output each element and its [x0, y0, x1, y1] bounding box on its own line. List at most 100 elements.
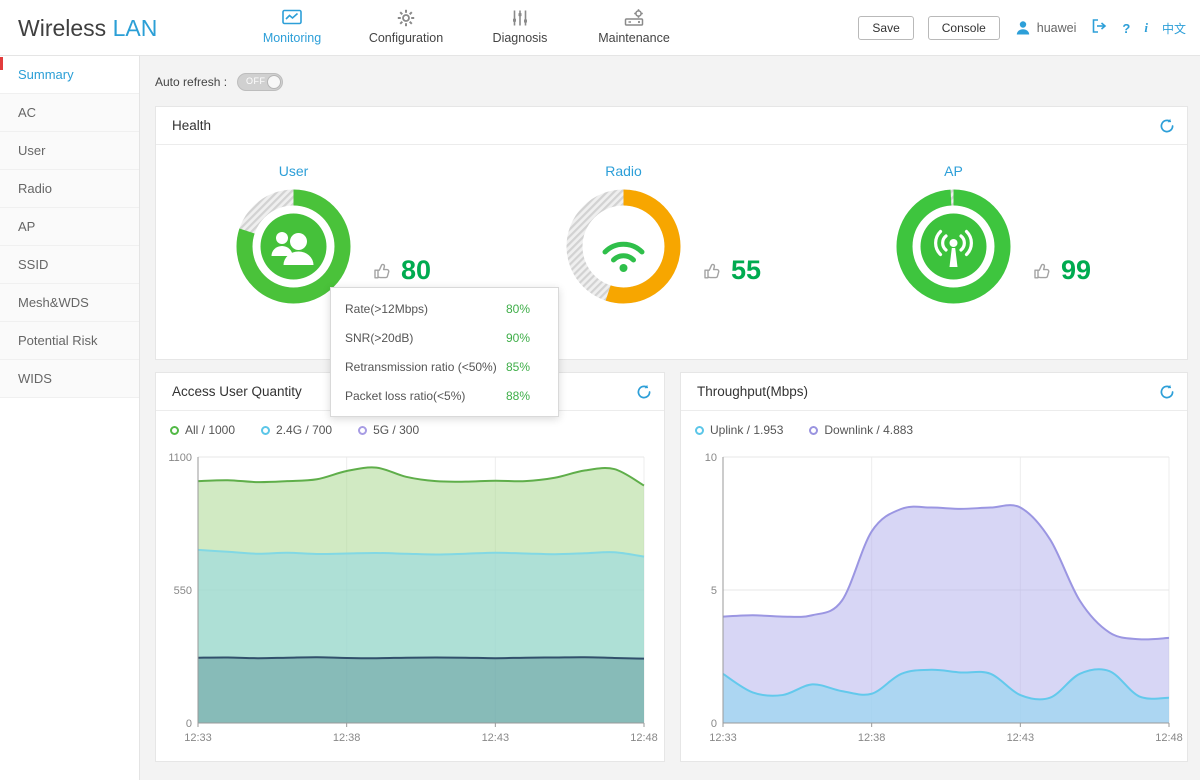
svg-text:12:48: 12:48 — [630, 732, 658, 744]
sidebar-accent-mark — [0, 57, 3, 70]
thumbs-up-icon — [1034, 263, 1050, 278]
gauge-ap-label: AP — [944, 163, 963, 179]
sidebar-item-ac[interactable]: AC — [0, 94, 139, 132]
tooltip-label: SNR(>20dB) — [345, 330, 414, 345]
sidebar-item-ap[interactable]: AP — [0, 208, 139, 246]
access-user-quantity-panel: Access User Quantity All / 1000 2.4G / 70… — [155, 372, 665, 762]
logout-icon[interactable] — [1090, 17, 1108, 40]
sidebar-item-mesh-wds[interactable]: Mesh&WDS — [0, 284, 139, 322]
refresh-icon[interactable] — [1159, 118, 1175, 139]
health-panel: Health User 80 Radio 55 AP 99 — [155, 106, 1188, 360]
tooltip-label: Packet loss ratio(<5%) — [345, 388, 466, 403]
logo-primary: Wireless — [18, 15, 107, 41]
tooltip-label: Retransmission ratio (<50%) — [345, 359, 497, 374]
legend-dot — [358, 425, 368, 435]
legend-item[interactable]: 5G / 300 — [358, 423, 419, 437]
health-title: Health — [156, 107, 1187, 145]
svg-text:0: 0 — [186, 718, 192, 730]
auto-refresh-state: OFF — [246, 76, 266, 86]
svg-text:1100: 1100 — [168, 452, 192, 464]
gear-icon — [349, 7, 463, 29]
tooltip-row: Rate(>12Mbps) 80% — [331, 294, 558, 323]
throughput-panel: Throughput(Mbps) Uplink / 1.953 Downlink … — [680, 372, 1188, 762]
sidebar-item-potential-risk[interactable]: Potential Risk — [0, 322, 139, 360]
nav-maintenance[interactable]: Maintenance — [577, 0, 691, 56]
tooltip-value: 88% — [506, 388, 531, 403]
nav-configuration-label: Configuration — [368, 31, 444, 45]
svg-text:12:33: 12:33 — [709, 732, 737, 744]
legend-item[interactable]: Downlink / 4.883 — [809, 423, 913, 437]
gauge-radio-score: 55 — [702, 255, 761, 286]
nav-maintenance-label: Maintenance — [598, 31, 670, 45]
access-user-chart: 12:33 12:38 12:43 12:48 0 550 1100 — [168, 452, 658, 744]
user-icon — [1016, 21, 1029, 35]
nav-configuration[interactable]: Configuration — [349, 0, 463, 56]
access-user-legend: All / 1000 2.4G / 700 5G / 300 — [170, 423, 419, 437]
gauge-radio: Radio 55 — [566, 163, 826, 343]
legend-dot — [809, 425, 819, 435]
username: huawei — [1036, 21, 1077, 35]
user-chip[interactable]: huawei — [1014, 19, 1077, 37]
app-logo: Wireless LAN — [18, 0, 157, 56]
score-value: 80 — [401, 255, 432, 285]
ap-gauge-donut — [896, 189, 1011, 304]
legend-item[interactable]: 2.4G / 700 — [261, 423, 332, 437]
legend-dot — [170, 425, 179, 435]
tooltip-value: 85% — [506, 359, 531, 374]
console-button[interactable]: Console — [927, 16, 1000, 40]
refresh-icon[interactable] — [1159, 384, 1175, 405]
tooltip-row: Packet loss ratio(<5%) 88% — [331, 381, 558, 410]
svg-text:5: 5 — [711, 585, 717, 597]
refresh-icon[interactable] — [636, 384, 652, 405]
sidebar-item-summary[interactable]: Summary — [0, 56, 139, 94]
svg-text:12:38: 12:38 — [333, 732, 361, 744]
language-link[interactable]: 中文 — [1162, 20, 1186, 37]
nav-monitoring[interactable]: Monitoring — [235, 0, 349, 56]
svg-text:550: 550 — [174, 585, 192, 597]
sidebar-item-radio[interactable]: Radio — [0, 170, 139, 208]
legend-label: Uplink / 1.953 — [710, 423, 784, 437]
main-nav: Monitoring Configuration Diagnosis Maint… — [235, 0, 691, 56]
auto-refresh-toggle[interactable]: OFF — [237, 73, 284, 91]
sidebar-item-user[interactable]: User — [0, 132, 139, 170]
auto-refresh-label: Auto refresh : — [155, 75, 228, 89]
nav-diagnosis[interactable]: Diagnosis — [463, 0, 577, 56]
sidebar: Summary AC User Radio AP SSID Mesh&WDS P… — [0, 56, 140, 780]
maintenance-icon — [577, 7, 691, 29]
score-value: 55 — [731, 255, 762, 285]
header-actions: Save Console huawei ? i 中文 — [858, 0, 1186, 56]
nav-monitoring-label: Monitoring — [262, 31, 322, 45]
tooltip-row: SNR(>20dB) 90% — [331, 323, 558, 352]
gauge-radio-label: Radio — [605, 163, 642, 179]
tooltip-row: Retransmission ratio (<50%) 85% — [331, 352, 558, 381]
throughput-chart: 12:33 12:38 12:43 12:48 0 5 10 — [705, 452, 1183, 744]
tooltip-label: Rate(>12Mbps) — [345, 301, 429, 316]
svg-text:12:48: 12:48 — [1155, 732, 1183, 744]
svg-text:0: 0 — [711, 718, 717, 730]
legend-label: All / 1000 — [185, 423, 236, 437]
monitoring-icon — [235, 7, 349, 29]
gauge-ap-score: 99 — [1032, 255, 1091, 286]
throughput-legend: Uplink / 1.953 Downlink / 4.883 — [695, 423, 913, 437]
top-header: Wireless LAN Monitoring Configuration Di… — [0, 0, 1200, 56]
legend-item[interactable]: Uplink / 1.953 — [695, 423, 783, 437]
help-link[interactable]: ? — [1122, 21, 1130, 36]
radio-gauge-donut — [566, 189, 681, 304]
legend-label: Downlink / 4.883 — [824, 423, 914, 437]
svg-text:12:38: 12:38 — [858, 732, 886, 744]
logo-accent: LAN — [112, 15, 158, 41]
score-value: 99 — [1061, 255, 1092, 285]
thumbs-up-icon — [374, 263, 390, 278]
save-button[interactable]: Save — [858, 16, 914, 40]
thumbs-up-icon — [704, 263, 720, 278]
gauge-user-label: User — [278, 163, 309, 179]
sidebar-item-wids[interactable]: WIDS — [0, 360, 139, 398]
legend-item[interactable]: All / 1000 — [170, 423, 235, 437]
sidebar-item-ssid[interactable]: SSID — [0, 246, 139, 284]
svg-text:12:33: 12:33 — [184, 732, 212, 744]
health-detail-tooltip: Rate(>12Mbps) 80% SNR(>20dB) 90% Retrans… — [330, 287, 559, 417]
legend-dot — [695, 425, 704, 435]
info-link[interactable]: i — [1144, 20, 1148, 36]
tooltip-value: 80% — [506, 301, 531, 316]
tooltip-value: 90% — [506, 330, 531, 345]
